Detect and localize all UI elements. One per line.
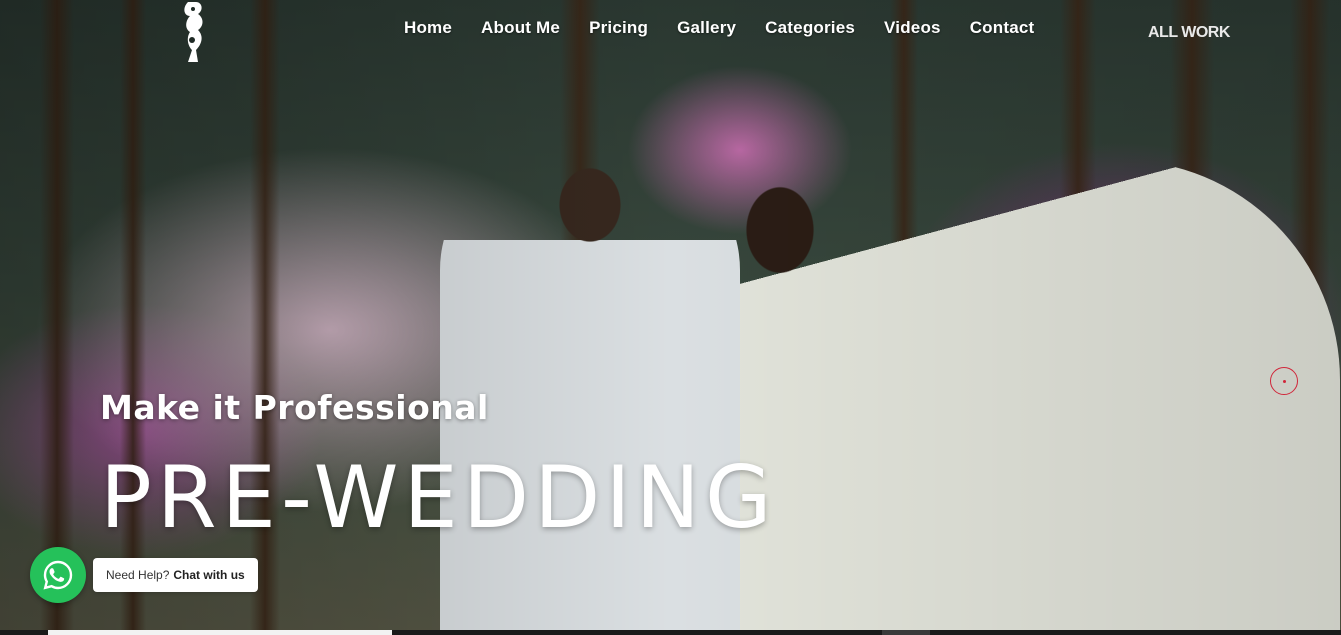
nav-videos[interactable]: Videos	[884, 18, 941, 38]
nav-gallery[interactable]: Gallery	[677, 18, 736, 38]
nav-pricing[interactable]: Pricing	[589, 18, 648, 38]
slider-progress-fill	[48, 630, 392, 635]
slider-indicator[interactable]	[1270, 367, 1298, 395]
whatsapp-prefix: Need Help?	[106, 568, 170, 582]
slider-progress-segment	[882, 630, 930, 635]
nav-about-me[interactable]: About Me	[481, 18, 560, 38]
nav-categories[interactable]: Categories	[765, 18, 855, 38]
whatsapp-cta: Chat with us	[173, 568, 245, 582]
main-nav: Home About Me Pricing Gallery Categories…	[404, 18, 1034, 38]
all-work-link[interactable]: ALL WORK	[1148, 24, 1230, 42]
ganesha-logo-icon[interactable]	[178, 0, 212, 64]
nav-contact[interactable]: Contact	[970, 18, 1035, 38]
whatsapp-button[interactable]	[30, 547, 86, 603]
whatsapp-chat-bubble[interactable]: Need Help? Chat with us	[93, 558, 258, 592]
hero-title: PRE-WEDDING	[100, 448, 777, 548]
whatsapp-icon	[43, 560, 73, 590]
hero-subtitle: Make it Professional	[100, 388, 489, 427]
nav-home[interactable]: Home	[404, 18, 452, 38]
